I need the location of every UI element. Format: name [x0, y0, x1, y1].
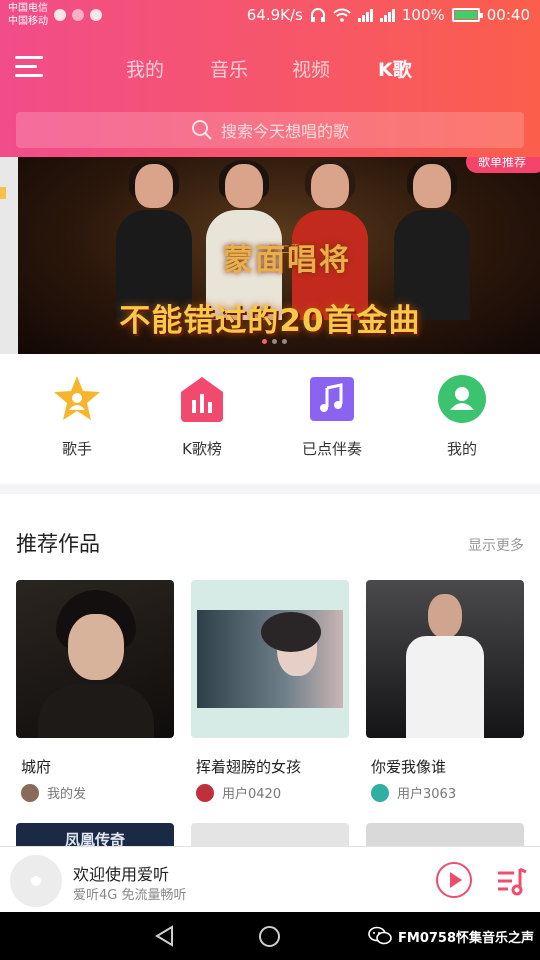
carrier-info: 中国电信 中国移动 — [8, 2, 48, 28]
entry-k-chart[interactable]: K歌榜 — [142, 374, 262, 459]
chart-bars-icon — [177, 374, 227, 424]
banner-caption: 不能错过的20首金曲 — [119, 303, 421, 339]
work-user-name: 用户3063 — [397, 787, 457, 802]
status-right: 64.9K/s 100% 00:40 — [247, 6, 530, 24]
album-disc-icon[interactable] — [10, 855, 62, 907]
entry-accompaniment[interactable]: 已点伴奏 — [272, 374, 392, 459]
banner-singer-figure — [116, 160, 192, 320]
entry-singer[interactable]: 歌手 — [17, 374, 137, 459]
player-subtitle: 爱听4G 免流量畅听 — [73, 888, 187, 903]
work-title: 挥着翅膀的女孩 — [196, 758, 302, 776]
clock: 00:40 — [486, 6, 530, 24]
avatar — [196, 783, 214, 802]
entry-mine-label: 我的 — [446, 440, 477, 458]
tab-karaoke[interactable]: K歌 — [378, 55, 412, 82]
avatar — [21, 783, 39, 802]
notification-icons — [54, 9, 102, 21]
battery-level: 100% — [401, 6, 445, 24]
signal-4g-icon — [379, 8, 395, 22]
work-card[interactable]: 城府 我的发 — [16, 580, 174, 802]
search-bar[interactable]: 搜索今天想唱的歌 — [16, 112, 524, 148]
entry-mine[interactable]: 我的 — [402, 374, 522, 459]
show-more-link[interactable]: 显示更多 — [468, 535, 524, 555]
tab-music[interactable]: 音乐 — [210, 55, 248, 82]
system-nav-bar: FM0758怀集音乐之声 — [0, 912, 540, 960]
entry-k-chart-label: K歌榜 — [182, 440, 222, 458]
playlist-icon[interactable] — [496, 865, 528, 897]
work-user-name: 我的发 — [47, 787, 87, 802]
carrier-line-2: 中国移动 — [8, 16, 48, 27]
work-title: 你爱我像谁 — [371, 758, 447, 776]
top-nav: 我的 音乐 视频 K歌 — [0, 44, 540, 92]
work-user-name: 用户0420 — [222, 787, 282, 802]
back-icon[interactable] — [154, 925, 176, 947]
wechat-icon — [368, 926, 392, 945]
notification-app-icon — [72, 9, 84, 21]
section-title: 推荐作品 — [16, 532, 100, 556]
carousel-indicator — [262, 339, 287, 344]
work-card[interactable]: 挥着翅膀的女孩 用户0420 — [191, 580, 349, 802]
player-title: 欢迎使用爱听 — [73, 865, 170, 884]
work-cover — [16, 580, 174, 738]
work-card[interactable]: 你爱我像谁 用户3063 — [366, 580, 524, 802]
carrier-line-1: 中国电信 — [8, 3, 48, 14]
user-icon — [437, 374, 487, 424]
status-bar: 中国电信 中国移动 64.9K/s 100% 00:40 — [0, 0, 540, 34]
entry-accompaniment-label: 已点伴奏 — [301, 440, 362, 458]
net-speed: 64.9K/s — [246, 6, 303, 24]
tab-video[interactable]: 视频 — [292, 55, 330, 82]
tab-my[interactable]: 我的 — [126, 55, 164, 82]
wechat-icon — [90, 9, 102, 21]
avatar — [371, 783, 389, 802]
search-placeholder: 搜索今天想唱的歌 — [220, 122, 349, 141]
search-icon — [191, 120, 212, 140]
banner-logo: 蒙面唱将 — [223, 243, 351, 278]
notification-app-icon — [54, 9, 66, 21]
mini-player[interactable]: 欢迎使用爱听 爱听4G 免流量畅听 — [0, 846, 540, 912]
entry-singer-label: 歌手 — [61, 440, 92, 458]
work-user: 我的发 — [16, 783, 174, 802]
watermark: FM0758怀集音乐之声 — [368, 926, 534, 946]
watermark-text: FM0758怀集音乐之声 — [398, 930, 534, 946]
menu-icon[interactable] — [15, 56, 43, 78]
banner-carousel[interactable]: 第二季 蒙面唱将 歌单推荐 不能错过的20首金曲 — [0, 157, 540, 354]
wifi-icon — [333, 8, 351, 22]
headphones-icon — [310, 8, 325, 22]
banner-singer-figure — [394, 160, 470, 320]
app-screen: 中国电信 中国移动 64.9K/s 100% 00:40 我的 音乐 视频 K歌… — [0, 0, 540, 960]
work-title: 城府 — [21, 758, 52, 776]
header: 中国电信 中国移动 64.9K/s 100% 00:40 我的 音乐 视频 K歌… — [0, 0, 540, 157]
banner-tag: 歌单推荐 — [466, 157, 540, 173]
home-icon[interactable] — [259, 926, 280, 947]
work-user: 用户3063 — [366, 783, 524, 802]
work-cover — [191, 580, 349, 738]
signal-3g-icon — [357, 8, 373, 22]
battery-icon — [451, 8, 483, 22]
quick-entries: 歌手 K歌榜 已点伴奏 我的 — [0, 354, 540, 484]
singer-star-icon — [52, 374, 102, 424]
play-button[interactable] — [436, 862, 472, 898]
music-note-icon — [307, 374, 357, 424]
work-user: 用户0420 — [191, 783, 349, 802]
work-cover — [366, 580, 524, 738]
